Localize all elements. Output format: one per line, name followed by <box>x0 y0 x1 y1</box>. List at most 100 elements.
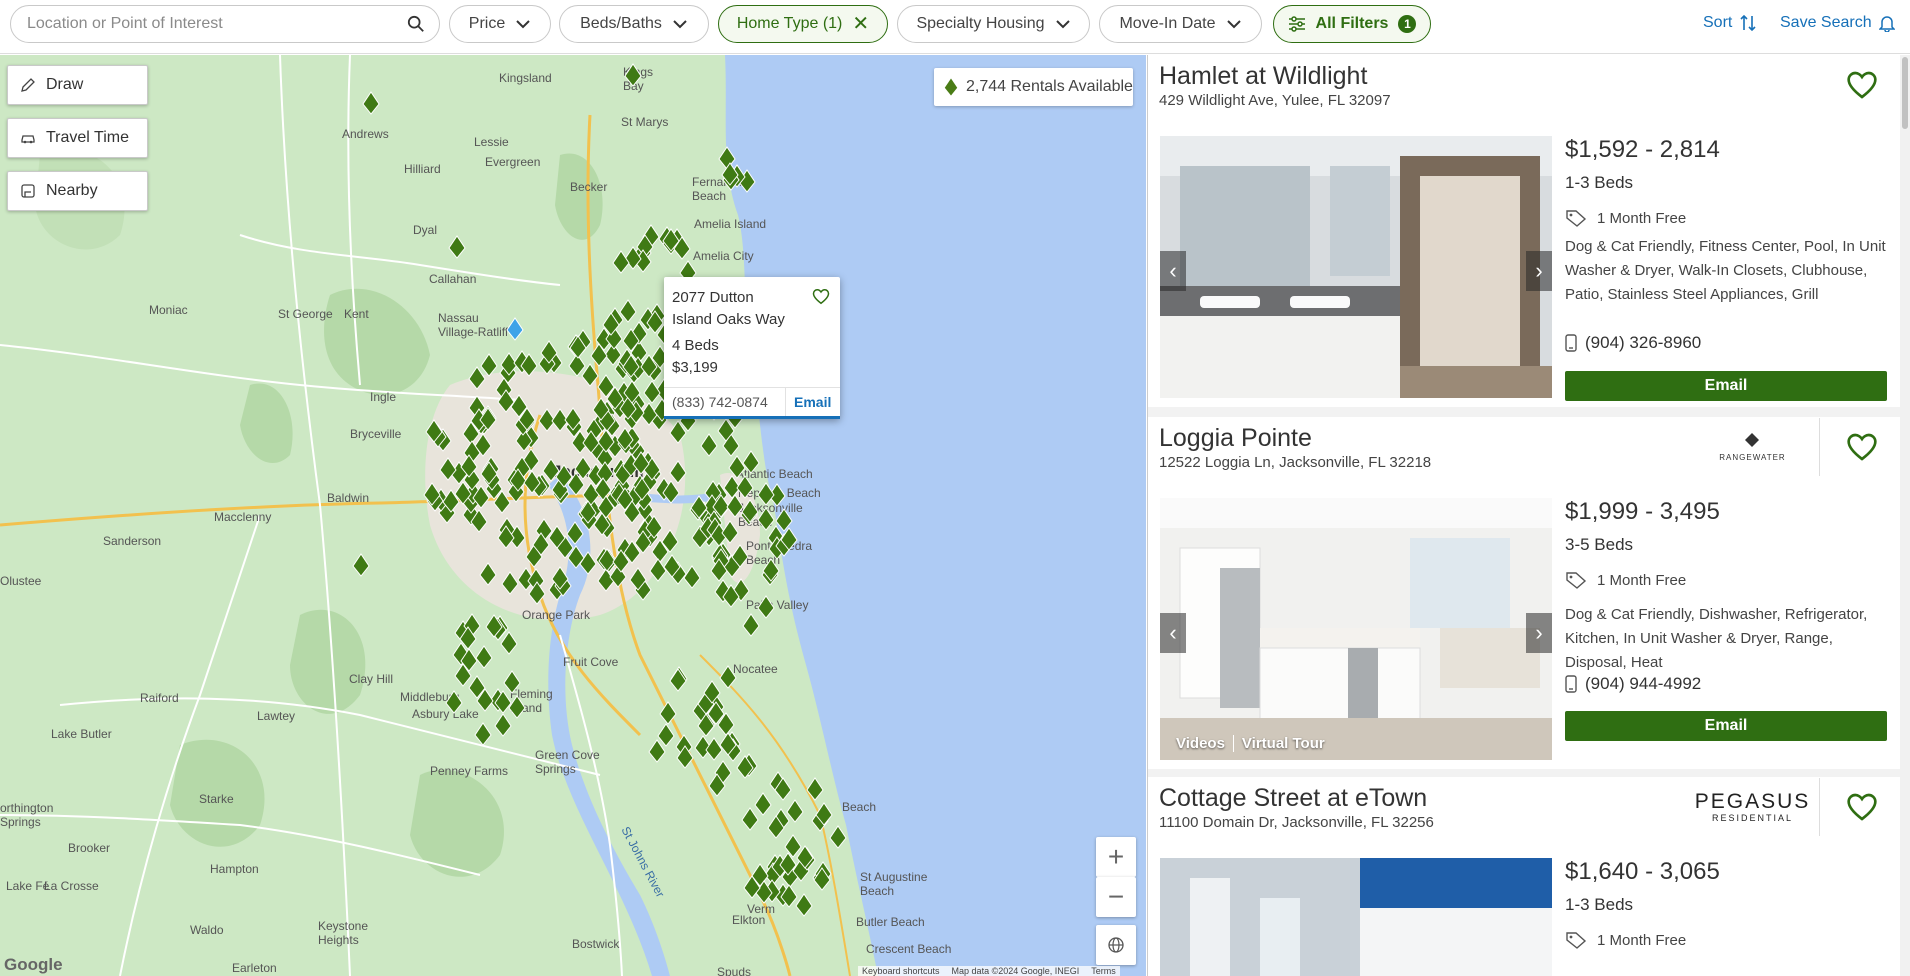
heart-icon[interactable] <box>812 288 830 305</box>
listing-pin[interactable] <box>640 354 658 378</box>
listing-pin[interactable] <box>423 482 441 506</box>
listing-pin[interactable] <box>485 614 503 638</box>
listing-pin[interactable] <box>540 340 558 364</box>
email-button[interactable]: Email <box>1565 371 1887 401</box>
listing-pin[interactable] <box>472 485 490 509</box>
listing-pin[interactable] <box>700 433 718 457</box>
search-box[interactable] <box>10 5 440 43</box>
move-in-date-filter[interactable]: Move-In Date <box>1099 5 1262 43</box>
listing-popup[interactable]: 2077 Dutton Island Oaks Way 4 Beds $3,19… <box>664 277 840 419</box>
listing-pin[interactable] <box>445 690 463 714</box>
listing-photo[interactable] <box>1160 858 1552 976</box>
listing-results[interactable]: Hamlet at Wildlight 429 Wildlight Ave, Y… <box>1147 55 1910 976</box>
listing-pin[interactable] <box>623 380 641 404</box>
listing-pin[interactable] <box>779 852 797 876</box>
listing-pin[interactable] <box>476 688 494 712</box>
listing-card[interactable]: Cottage Street at eTown 11100 Domain Dr,… <box>1148 777 1900 976</box>
search-icon[interactable] <box>407 15 425 33</box>
listing-pin[interactable] <box>475 645 493 669</box>
listing-pin[interactable] <box>362 91 380 115</box>
listing-pin[interactable] <box>523 470 541 494</box>
price-filter[interactable]: Price <box>449 5 551 43</box>
listing-pin[interactable] <box>448 235 466 259</box>
listing-photo[interactable]: ‹ › Videos Virtual Tour <box>1160 498 1552 760</box>
listing-pin[interactable] <box>592 397 610 421</box>
favorite-heart-icon[interactable] <box>1846 791 1878 823</box>
map[interactable]: Kingsland KingsBay St Marys Andrews Less… <box>0 55 1146 976</box>
listing-card[interactable]: Loggia Pointe 12522 Loggia Ln, Jacksonvi… <box>1148 417 1900 769</box>
listing-pin[interactable] <box>506 317 524 341</box>
listing-pin[interactable] <box>602 312 620 336</box>
listing-pin[interactable] <box>528 581 546 605</box>
favorite-heart-icon[interactable] <box>1846 431 1878 463</box>
listing-pin[interactable] <box>726 494 744 518</box>
listing-pin[interactable] <box>767 815 785 839</box>
travel-time-button[interactable]: Travel Time <box>7 118 148 158</box>
draw-button[interactable]: Draw <box>7 65 148 105</box>
listing-pin[interactable] <box>829 825 847 849</box>
listing-pin[interactable] <box>493 490 511 514</box>
listing-pin[interactable] <box>497 389 515 413</box>
listing-pin[interactable] <box>662 480 680 504</box>
listing-pin[interactable] <box>551 566 569 590</box>
listing-pin[interactable] <box>717 418 735 442</box>
listing-pin[interactable] <box>624 63 642 87</box>
terms-link[interactable]: Terms <box>1091 966 1116 976</box>
listing-phone[interactable]: (904) 326-8960 <box>1565 333 1701 353</box>
listing-pin[interactable] <box>722 584 740 608</box>
listing-pin[interactable] <box>731 544 749 568</box>
listing-pin[interactable] <box>520 353 538 377</box>
listing-pin[interactable] <box>806 777 824 801</box>
photo-prev-button[interactable]: ‹ <box>1160 251 1186 291</box>
listing-pin[interactable] <box>623 500 641 524</box>
listing-pin[interactable] <box>574 456 592 480</box>
popup-phone[interactable]: (833) 742-0874 <box>664 388 786 416</box>
listing-pin[interactable] <box>786 799 804 823</box>
listing-pin[interactable] <box>494 690 512 714</box>
listing-pin[interactable] <box>795 893 813 917</box>
listing-pin[interactable] <box>661 529 679 553</box>
listing-pin[interactable] <box>683 565 701 589</box>
listing-pin[interactable] <box>612 549 630 573</box>
listing-pin[interactable] <box>352 553 370 577</box>
videos-link[interactable]: Videos <box>1168 735 1233 752</box>
listing-pin[interactable] <box>742 613 760 637</box>
listing-pin[interactable] <box>479 562 497 586</box>
listing-pin[interactable] <box>439 457 457 481</box>
save-search-button[interactable]: Save Search <box>1780 14 1895 32</box>
listing-pin[interactable] <box>780 527 798 551</box>
map-type-button[interactable] <box>1096 925 1136 965</box>
zoom-out-button[interactable]: − <box>1096 877 1136 917</box>
listing-pin[interactable] <box>648 739 666 763</box>
photo-next-button[interactable]: › <box>1526 613 1552 653</box>
listing-pin[interactable] <box>815 802 833 826</box>
listing-pin[interactable] <box>501 571 519 595</box>
listing-pin[interactable] <box>643 380 661 404</box>
listing-photo[interactable]: ‹ › <box>1160 136 1552 398</box>
listing-pin[interactable] <box>646 310 664 334</box>
all-filters-button[interactable]: All Filters 1 <box>1273 5 1431 43</box>
listing-pin[interactable] <box>470 509 488 533</box>
clear-filter-icon[interactable]: ✕ <box>852 14 869 34</box>
listing-pin[interactable] <box>762 558 780 582</box>
listing-pin[interactable] <box>480 461 498 485</box>
sort-button[interactable]: Sort <box>1703 14 1757 32</box>
results-scrollbar[interactable] <box>1900 55 1910 976</box>
nearby-button[interactable]: Nearby <box>7 171 148 211</box>
listing-pin[interactable] <box>460 454 478 478</box>
listing-name[interactable]: Cottage Street at eTown <box>1159 784 1427 813</box>
listing-pin[interactable] <box>774 777 792 801</box>
beds-baths-filter[interactable]: Beds/Baths <box>559 5 709 43</box>
listing-pin[interactable] <box>454 481 472 505</box>
listing-pin[interactable] <box>425 419 443 443</box>
listing-pin[interactable] <box>663 554 681 578</box>
listing-phone[interactable]: (904) 944-4992 <box>1565 674 1701 694</box>
listing-pin[interactable] <box>721 162 739 186</box>
listing-name[interactable]: Hamlet at Wildlight <box>1159 62 1367 91</box>
listing-pin[interactable] <box>468 366 486 390</box>
listing-pin[interactable] <box>597 495 615 519</box>
listing-pin[interactable] <box>532 532 550 556</box>
listing-pin[interactable] <box>719 665 737 689</box>
virtual-tour-link[interactable]: Virtual Tour <box>1232 735 1333 752</box>
listing-pin[interactable] <box>669 420 687 444</box>
